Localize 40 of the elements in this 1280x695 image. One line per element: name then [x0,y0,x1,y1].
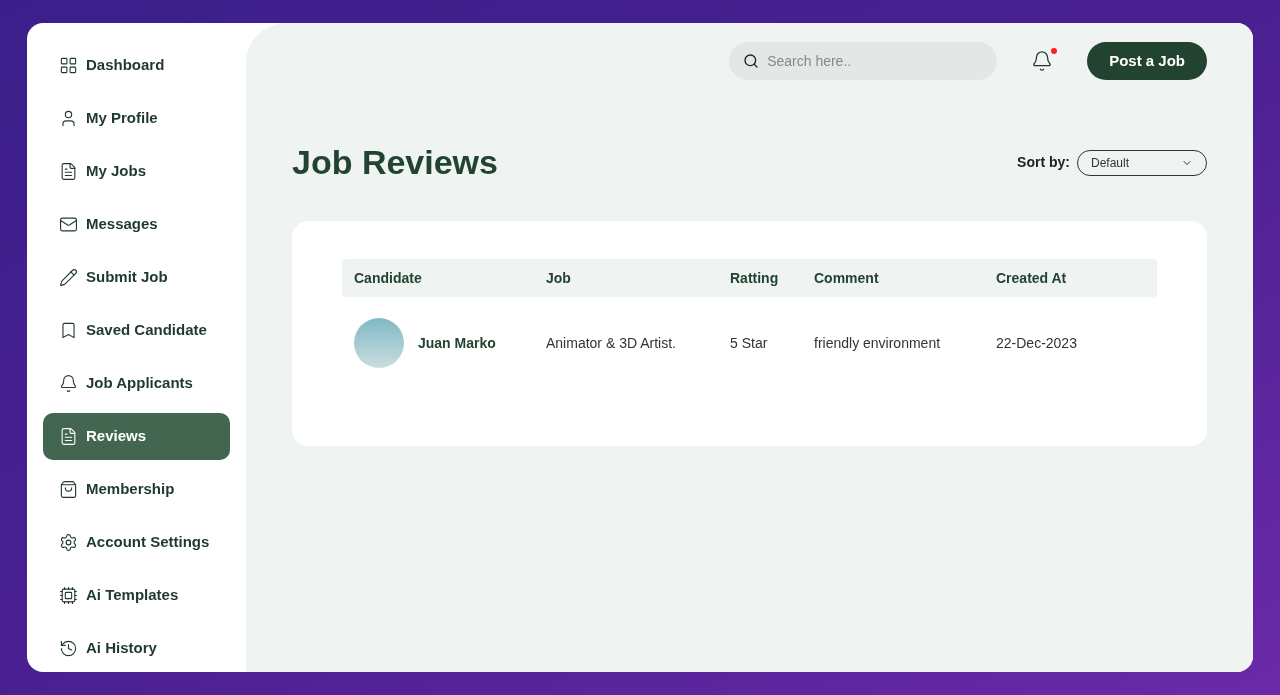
document-icon [59,427,78,446]
column-header: Candidate [354,270,422,286]
bag-icon [59,480,78,499]
bookmark-icon [59,321,78,340]
table-cell: 22-Dec-2023 [996,334,1077,351]
notification-bell-icon[interactable] [1031,50,1054,72]
sidebar-item[interactable]: Dashboard [43,42,230,89]
sidebar-item[interactable]: Ai Templates [43,572,230,619]
envelope-icon [59,215,78,234]
sidebar-item[interactable]: Submit Job [43,254,230,301]
history-icon [59,639,78,658]
table-cell: Animator & 3D Artist. [546,334,676,351]
post-job-button[interactable]: Post a Job [1087,42,1207,80]
search-icon [743,53,760,69]
sidebar-item[interactable]: My Jobs [43,148,230,195]
bell-icon [59,374,78,393]
grid-icon [59,56,78,75]
sidebar-item[interactable]: Account Settings [43,519,230,566]
sidebar-item[interactable]: Reviews [43,413,230,460]
search-field[interactable]: Search here.. [729,42,998,80]
sidebar-item[interactable]: Ai History [43,625,230,672]
column-header: Ratting [730,270,779,286]
sidebar-item[interactable]: Membership [43,466,230,513]
page-title: Job Reviews [292,142,498,183]
table-cell: friendly environment [814,334,941,351]
settings-icon [59,533,78,552]
sidebar-item[interactable]: My Profile [43,95,230,142]
user-icon [59,109,78,128]
sidebar-item[interactable]: Messages [43,201,230,248]
document-icon [59,162,78,181]
candidate-name: Juan Marko [418,333,496,353]
table-cell: 5 Star [730,334,768,351]
sidebar-item[interactable]: Saved Candidate [43,307,230,354]
pencil-icon [59,268,78,287]
column-header: Job [546,270,571,286]
column-header: Created At [996,270,1067,286]
sidebar-item[interactable]: Job Applicants [43,360,230,407]
sort-label: Sort by: [1017,153,1070,172]
column-header: Comment [814,270,879,286]
chip-icon [59,586,78,605]
